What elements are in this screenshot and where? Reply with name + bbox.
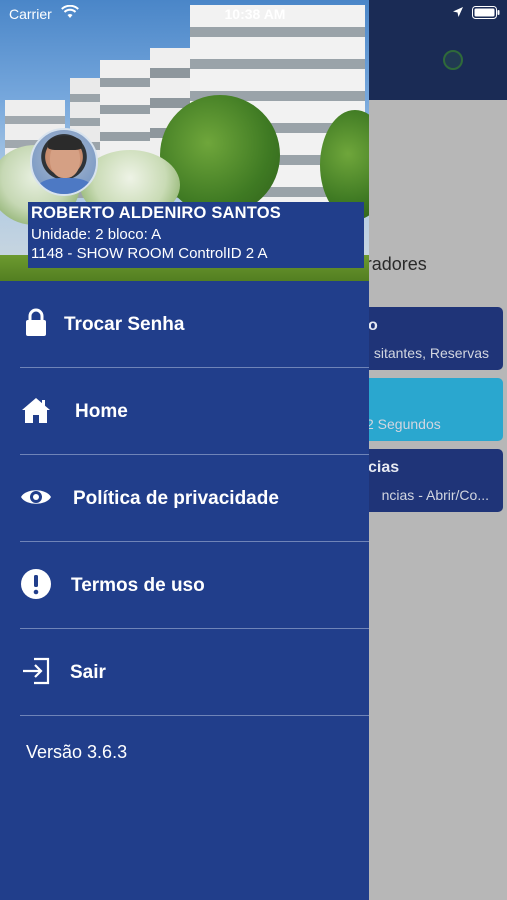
exclamation-icon xyxy=(21,569,51,599)
user-name: ROBERTO ALDENIRO SANTOS xyxy=(31,204,281,222)
location-icon xyxy=(453,7,463,17)
side-drawer: ROBERTO ALDENIRO SANTOS Unidade: 2 bloco… xyxy=(0,0,369,900)
navbar-action-icon[interactable] xyxy=(443,50,463,70)
menu-item-politica-privacidade[interactable]: Política de privacidade xyxy=(20,455,369,542)
wifi-icon xyxy=(61,5,79,18)
home-icon xyxy=(22,398,50,423)
menu-label: Sair xyxy=(70,662,106,683)
user-info: ROBERTO ALDENIRO SANTOS Unidade: 2 bloco… xyxy=(28,202,364,268)
app-version: Versão 3.6.3 xyxy=(26,742,128,762)
battery-icon xyxy=(472,6,500,19)
menu-label: Política de privacidade xyxy=(73,488,279,509)
carrier-label: Carrier xyxy=(9,6,52,22)
lock-icon xyxy=(26,308,46,336)
menu-item-termos-uso[interactable]: Termos de uso xyxy=(20,542,369,629)
card-subtitle: 2 Segundos xyxy=(366,416,441,432)
eye-icon xyxy=(21,490,51,504)
user-condominium: 1148 - SHOW ROOM ControlID 2 A xyxy=(31,245,268,262)
drawer-header: ROBERTO ALDENIRO SANTOS Unidade: 2 bloco… xyxy=(0,0,369,281)
menu-item-sair[interactable]: Sair xyxy=(20,629,369,716)
menu-item-home[interactable]: Home xyxy=(20,368,369,455)
user-unit: Unidade: 2 bloco: A xyxy=(31,226,162,243)
menu-label: Termos de uso xyxy=(71,575,205,596)
menu-item-trocar-senha[interactable]: Trocar Senha xyxy=(20,281,369,368)
drawer-menu: Trocar Senha Home Política de privacidad… xyxy=(0,281,369,716)
status-bar: Carrier 10:38 AM xyxy=(0,0,507,28)
menu-label: Home xyxy=(75,401,128,422)
avatar[interactable] xyxy=(30,128,98,196)
status-time: 10:38 AM xyxy=(224,6,286,22)
menu-label: Trocar Senha xyxy=(64,314,185,335)
logout-icon xyxy=(23,657,50,685)
